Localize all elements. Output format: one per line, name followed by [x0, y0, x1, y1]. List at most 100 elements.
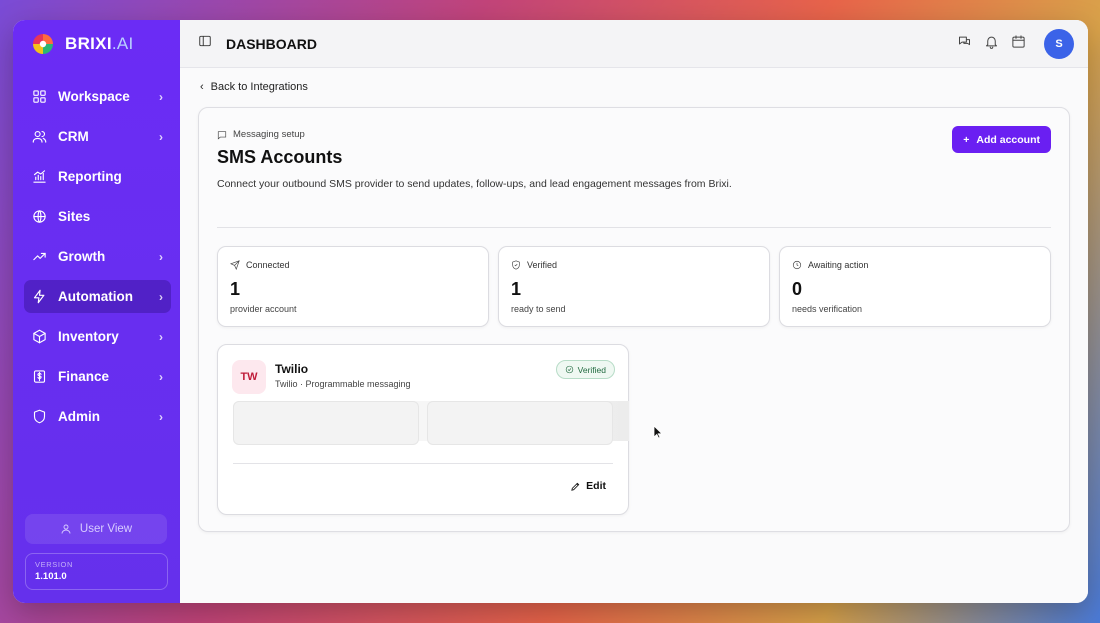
stat-label: Connected: [230, 260, 290, 270]
skeleton-block: [233, 401, 419, 445]
pencil-icon: [571, 482, 580, 491]
brand-logo-icon: [31, 32, 55, 56]
edit-button[interactable]: Edit: [570, 480, 606, 492]
chevron-right-icon: ›: [159, 369, 163, 384]
loading-skeleton: [233, 401, 629, 445]
kicker-label: Messaging setup: [233, 129, 305, 140]
back-link[interactable]: ‹ Back to Integrations: [200, 81, 308, 93]
stat-value: 1: [511, 279, 522, 299]
plus-icon: +: [963, 133, 970, 146]
stat-label: Awaiting action: [792, 260, 868, 270]
sidebar-item-label: Inventory: [58, 329, 119, 344]
sidebar: BRIXI.AI Workspace › CRM › Reporting Sit…: [13, 20, 180, 603]
stat-sub: needs verification: [792, 304, 863, 314]
sidebar-item-automation[interactable]: Automation ›: [24, 280, 171, 313]
stat-value: 0: [792, 279, 803, 299]
shield-check-icon: [512, 260, 520, 270]
stat-value: 1: [230, 279, 241, 299]
sidebar-item-label: Growth: [58, 249, 106, 264]
message-icon: [217, 130, 227, 139]
stat-label-text: Connected: [246, 260, 290, 270]
brand[interactable]: BRIXI.AI: [31, 32, 134, 56]
sidebar-nav: Workspace › CRM › Reporting Sites Growth…: [24, 80, 171, 440]
sidebar-item-label: Workspace: [58, 89, 130, 104]
provider-avatar: TW: [232, 360, 266, 394]
chevron-right-icon: ›: [159, 129, 163, 144]
bell-icon[interactable]: [984, 34, 999, 54]
version-box: VERSION 1.101.0: [25, 553, 168, 590]
sidebar-item-inventory[interactable]: Inventory ›: [24, 320, 171, 353]
chevron-right-icon: ›: [159, 289, 163, 304]
brand-name-suffix: .AI: [111, 34, 134, 53]
clock-icon: [792, 260, 802, 270]
sidebar-toggle-icon[interactable]: [198, 34, 212, 53]
send-icon: [230, 260, 240, 270]
chevron-right-icon: ›: [159, 409, 163, 424]
sidebar-item-label: Automation: [58, 289, 133, 304]
stat-sub: provider account: [230, 304, 297, 314]
provider-name: Twilio: [275, 362, 309, 376]
sidebar-item-label: Reporting: [58, 169, 122, 184]
stat-label-text: Verified: [527, 260, 558, 270]
back-link-label: Back to Integrations: [210, 81, 308, 93]
app-window: BRIXI.AI Workspace › CRM › Reporting Sit…: [13, 20, 1088, 603]
chat-icon[interactable]: [957, 34, 972, 54]
sidebar-item-label: CRM: [58, 129, 89, 144]
check-circle-icon: [565, 365, 573, 374]
mouse-cursor-icon: [653, 425, 663, 444]
add-account-button[interactable]: + Add account: [952, 126, 1051, 153]
stat-card-verified: Verified 1 ready to send: [498, 246, 770, 327]
status-badge-label: Verified: [577, 364, 606, 375]
sidebar-item-growth[interactable]: Growth ›: [24, 240, 171, 273]
bolt-icon: [30, 288, 48, 306]
sidebar-item-sites[interactable]: Sites: [24, 200, 171, 233]
brand-name-main: BRIXI: [65, 34, 112, 53]
stat-sub: ready to send: [511, 304, 566, 314]
globe-icon: [30, 208, 48, 226]
chevron-left-icon: ‹: [200, 81, 204, 93]
sidebar-item-label: Finance: [58, 369, 110, 384]
divider: [217, 227, 1051, 228]
sidebar-item-label: Admin: [58, 409, 100, 424]
user-icon: [61, 524, 71, 534]
sidebar-item-finance[interactable]: Finance ›: [24, 360, 171, 393]
avatar[interactable]: S: [1044, 28, 1074, 59]
sms-accounts-card: Messaging setup SMS Accounts Connect you…: [198, 107, 1070, 532]
edit-label: Edit: [586, 480, 606, 492]
version-value: 1.101.0: [35, 571, 67, 582]
user-view-button[interactable]: User View: [25, 514, 167, 544]
box-icon: [30, 328, 48, 346]
stat-card-connected: Connected 1 provider account: [217, 246, 489, 327]
stat-label-text: Awaiting action: [808, 260, 869, 270]
provider-card-twilio: TW Twilio Twilio · Programmable messagin…: [217, 344, 629, 515]
user-view-label: User View: [79, 523, 133, 535]
divider: [233, 463, 613, 464]
main-content: DASHBOARD S ‹ Back to Integrations Messa…: [180, 20, 1088, 603]
brand-name: BRIXI.AI: [65, 34, 134, 54]
provider-subtitle: Twilio · Programmable messaging: [275, 379, 411, 389]
skeleton-block: [427, 401, 613, 445]
sidebar-item-reporting[interactable]: Reporting: [24, 160, 171, 193]
chart-icon: [30, 168, 48, 186]
stat-card-awaiting: Awaiting action 0 needs verification: [779, 246, 1051, 327]
shield-icon: [30, 408, 48, 426]
stat-label: Verified: [511, 260, 557, 270]
users-icon: [30, 128, 48, 146]
sidebar-item-admin[interactable]: Admin ›: [24, 400, 171, 433]
grid-icon: [30, 88, 48, 106]
sidebar-item-label: Sites: [58, 209, 91, 224]
kicker: Messaging setup: [217, 129, 305, 140]
chevron-right-icon: ›: [159, 249, 163, 264]
calendar-icon[interactable]: [1011, 34, 1026, 54]
top-actions: S: [957, 28, 1074, 59]
status-badge: Verified: [555, 360, 615, 379]
sidebar-item-crm[interactable]: CRM ›: [24, 120, 171, 153]
top-bar: DASHBOARD S: [180, 20, 1088, 68]
sidebar-item-workspace[interactable]: Workspace ›: [24, 80, 171, 113]
page-heading: DASHBOARD: [226, 35, 317, 52]
add-account-label: Add account: [976, 133, 1040, 146]
chevron-right-icon: ›: [159, 329, 163, 344]
page-title: SMS Accounts: [217, 147, 343, 167]
version-label: VERSION: [35, 560, 73, 569]
chevron-right-icon: ›: [159, 89, 163, 104]
